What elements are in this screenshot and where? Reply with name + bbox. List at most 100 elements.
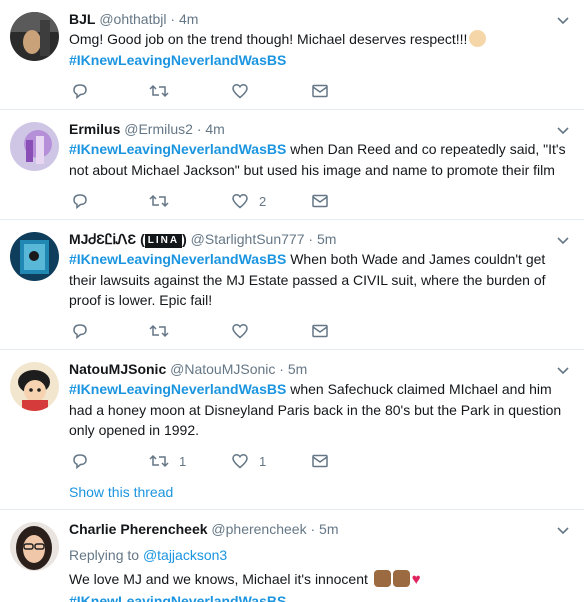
tweet-actions <box>69 321 369 341</box>
display-name-suffix: ) <box>182 231 187 247</box>
clapping-hands-icon <box>469 30 487 47</box>
tweet-text: #IKnewLeavingNeverlandWasBS when Dan Ree… <box>69 139 569 180</box>
like-count: 1 <box>259 453 267 469</box>
name-badge: LINA <box>144 234 183 248</box>
avatar-starlightsun[interactable] <box>10 232 59 281</box>
chevron-down-icon[interactable] <box>556 236 570 246</box>
like-button[interactable] <box>231 321 249 341</box>
like-count: 2 <box>259 193 267 209</box>
separator: · <box>170 11 176 27</box>
tweet-text: #IKnewLeavingNeverlandWasBS when Safechu… <box>69 379 569 441</box>
separator: · <box>279 361 284 377</box>
separator: · <box>308 231 314 247</box>
like-button[interactable] <box>231 81 249 101</box>
retweet-button[interactable] <box>149 81 169 101</box>
tweet-text: Omg! Good job on the trend though! Micha… <box>69 29 569 70</box>
display-name[interactable]: Ermilus <box>69 121 120 137</box>
user-handle[interactable]: @Ermilus2 <box>124 121 193 137</box>
tweet-text: #IKnewLeavingNeverlandWasBS When both Wa… <box>69 249 569 311</box>
user-handle[interactable]: @StarlightSun777 <box>191 231 305 247</box>
tweet-pherencheek[interactable]: Charlie Pherencheek @pherencheek · 5m Re… <box>0 510 584 602</box>
tweet-body: Omg! Good job on the trend though! Micha… <box>69 31 468 47</box>
reply-icon <box>73 84 87 100</box>
tweet-header: MJᏧƐᏝᎥᏁƐ (LINA) @StarlightSun777 · 5m <box>69 231 336 248</box>
envelope-icon <box>312 194 328 208</box>
retweet-icon <box>149 194 169 208</box>
reply-icon <box>73 194 87 210</box>
direct-message-button[interactable] <box>311 451 329 471</box>
reply-button[interactable] <box>71 451 89 471</box>
hashtag-link[interactable]: #IKnewLeavingNeverlandWasBS <box>69 141 286 157</box>
tweet-body: We love MJ and we knows, Michael it's in… <box>69 571 368 587</box>
tweet-text: We love MJ and we knows, Michael it's in… <box>69 569 569 602</box>
tweet-bjl[interactable]: BJL @ohthatbjl · 4m Omg! Good job on the… <box>0 0 584 110</box>
envelope-icon <box>312 84 328 98</box>
timestamp[interactable]: 4m <box>179 11 198 27</box>
direct-message-button[interactable] <box>311 191 329 211</box>
retweet-button[interactable]: 1 <box>149 451 186 471</box>
retweet-button[interactable] <box>149 321 169 341</box>
separator: · <box>310 521 316 537</box>
display-name[interactable]: BJL <box>69 11 95 27</box>
tweet-actions: 1 1 <box>69 451 369 471</box>
avatar-pherencheek[interactable] <box>10 522 59 571</box>
red-heart-icon: ♥ <box>411 571 421 588</box>
heart-icon <box>232 324 248 339</box>
hashtag-link[interactable]: #IKnewLeavingNeverlandWasBS <box>69 593 286 602</box>
replying-to-label: Replying to <box>69 547 140 563</box>
timestamp[interactable]: 4m <box>205 121 224 137</box>
reply-button[interactable] <box>71 81 89 101</box>
envelope-icon <box>312 454 328 468</box>
hashtag-link[interactable]: #IKnewLeavingNeverlandWasBS <box>69 381 286 397</box>
tweet-natoumjsonic[interactable]: NatouMJSonic @NatouMJSonic · 5m #IKnewLe… <box>0 350 584 510</box>
retweet-count: 1 <box>179 453 187 469</box>
display-name[interactable]: Charlie Pherencheek <box>69 521 208 537</box>
hashtag-link[interactable]: #IKnewLeavingNeverlandWasBS <box>69 251 286 267</box>
display-name[interactable]: MJᏧƐᏝᎥᏁƐ (LINA) <box>69 231 187 248</box>
tweet-header: BJL @ohthatbjl · 4m <box>69 11 198 27</box>
chevron-down-icon[interactable] <box>556 16 570 26</box>
tweet-actions: 2 <box>69 191 369 211</box>
tweet-header: Charlie Pherencheek @pherencheek · 5m <box>69 521 338 537</box>
retweet-icon <box>149 84 169 98</box>
mention-link[interactable]: @tajjackson3 <box>143 547 227 563</box>
timestamp[interactable]: 5m <box>319 521 338 537</box>
reply-icon <box>73 324 87 340</box>
display-name[interactable]: NatouMJSonic <box>69 361 166 377</box>
tweet-starlightsun[interactable]: MJᏧƐᏝᎥᏁƐ (LINA) @StarlightSun777 · 5m #I… <box>0 220 584 350</box>
retweet-button[interactable] <box>149 191 169 211</box>
retweet-icon <box>149 324 169 338</box>
hashtag-link[interactable]: #IKnewLeavingNeverlandWasBS <box>69 52 286 68</box>
timestamp[interactable]: 5m <box>317 231 336 247</box>
display-name-prefix: MJᏧƐᏝᎥᏁƐ ( <box>69 231 145 247</box>
victory-hand-icon <box>373 570 391 587</box>
victory-hand-icon <box>392 570 410 587</box>
chevron-down-icon[interactable] <box>556 126 570 136</box>
user-handle[interactable]: @pherencheek <box>211 521 306 537</box>
tweet-ermilus[interactable]: Ermilus @Ermilus2 · 4m #IKnewLeavingNeve… <box>0 110 584 220</box>
direct-message-button[interactable] <box>311 321 329 341</box>
reply-button[interactable] <box>71 191 89 211</box>
like-button[interactable]: 2 <box>231 191 266 211</box>
separator: · <box>196 121 202 137</box>
reply-icon <box>73 454 87 470</box>
avatar-natoumjsonic[interactable] <box>10 362 59 411</box>
chevron-down-icon[interactable] <box>556 526 570 536</box>
show-thread-link[interactable]: Show this thread <box>69 484 173 500</box>
reply-button[interactable] <box>71 321 89 341</box>
avatar-ermilus[interactable] <box>10 122 59 171</box>
envelope-icon <box>312 324 328 338</box>
heart-icon <box>232 454 248 469</box>
chevron-down-icon[interactable] <box>556 366 570 376</box>
like-button[interactable]: 1 <box>231 451 266 471</box>
tweet-header: Ermilus @Ermilus2 · 4m <box>69 121 225 137</box>
heart-icon <box>232 84 248 99</box>
timestamp[interactable]: 5m <box>288 361 307 377</box>
retweet-icon <box>149 454 169 468</box>
replying-to: Replying to @tajjackson3 <box>69 547 227 563</box>
user-handle[interactable]: @ohthatbjl <box>99 11 166 27</box>
avatar-bjl[interactable] <box>10 12 59 61</box>
direct-message-button[interactable] <box>311 81 329 101</box>
heart-icon <box>232 194 248 209</box>
user-handle[interactable]: @NatouMJSonic <box>170 361 275 377</box>
